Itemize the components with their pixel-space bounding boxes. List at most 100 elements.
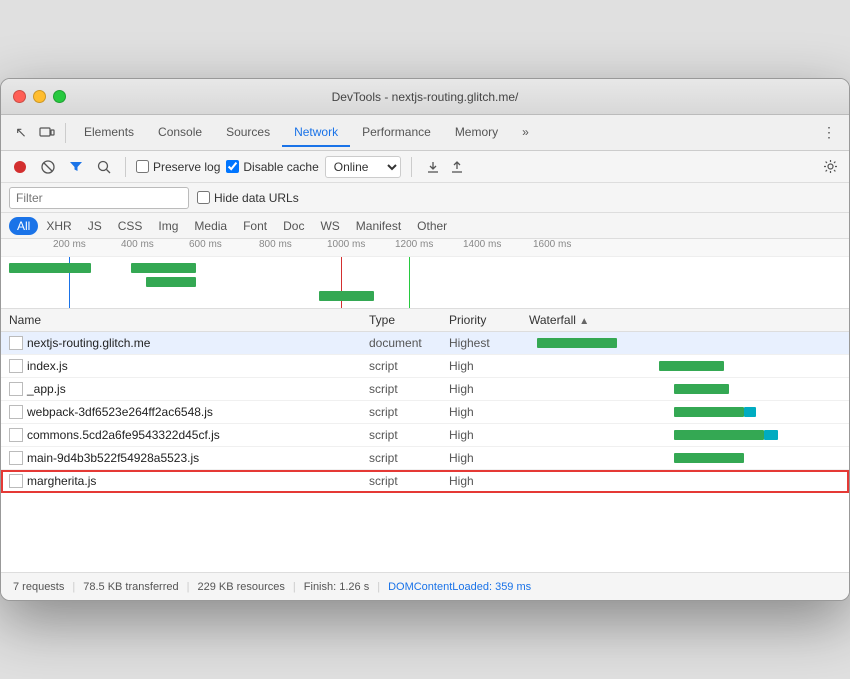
main-tab-bar: Elements Console Sources Network Perform…: [72, 119, 541, 147]
file-icon: [9, 428, 23, 442]
disable-cache-checkbox[interactable]: [226, 160, 239, 173]
waterfall-bar-3: [529, 381, 841, 397]
type-filter-font[interactable]: Font: [235, 217, 275, 235]
toolbar-separator-1: [65, 123, 66, 143]
table-row[interactable]: _app.js script High: [1, 378, 849, 401]
col-priority[interactable]: Priority: [449, 313, 529, 327]
type-filter-doc[interactable]: Doc: [275, 217, 312, 235]
table-row[interactable]: main-9d4b3b522f54928a5523.js script High: [1, 447, 849, 470]
ruler-1000ms: 1000 ms: [327, 239, 365, 250]
throttle-group: Online Fast 3G Slow 3G Offline: [325, 156, 401, 178]
resources-size: 229 KB resources: [197, 581, 284, 593]
file-icon: [9, 382, 23, 396]
type-filter-xhr[interactable]: XHR: [38, 217, 79, 235]
type-filter-manifest[interactable]: Manifest: [348, 217, 409, 235]
record-button[interactable]: [9, 156, 31, 178]
toolbar-separator-3: [411, 157, 412, 177]
type-filter-js[interactable]: JS: [80, 217, 110, 235]
search-icon[interactable]: [93, 156, 115, 178]
timeline-bar-3: [146, 277, 196, 287]
finish-time: Finish: 1.26 s: [304, 581, 369, 593]
table-row[interactable]: webpack-3df6523e264ff2ac6548.js script H…: [1, 401, 849, 424]
preserve-log-checkbox[interactable]: [136, 160, 149, 173]
preserve-log-label[interactable]: Preserve log: [136, 160, 220, 174]
timeline-bar-4: [319, 291, 374, 301]
throttle-select[interactable]: Online Fast 3G Slow 3G Offline: [325, 156, 401, 178]
ruler-600ms: 600 ms: [189, 239, 222, 250]
devtools-window: DevTools - nextjs-routing.glitch.me/ ↖ E…: [0, 78, 850, 601]
maximize-button[interactable]: [53, 90, 66, 103]
type-filter-ws[interactable]: WS: [312, 217, 347, 235]
col-waterfall[interactable]: Waterfall ▲: [529, 313, 821, 327]
tab-more[interactable]: »: [510, 119, 541, 147]
file-icon: [9, 474, 23, 488]
toolbar-separator-2: [125, 157, 126, 177]
table-row[interactable]: index.js script High: [1, 355, 849, 378]
import-har-button[interactable]: [422, 156, 444, 178]
type-filter-css[interactable]: CSS: [110, 217, 151, 235]
filter-icon[interactable]: [65, 156, 87, 178]
disable-cache-label[interactable]: Disable cache: [226, 160, 318, 174]
table-body: nextjs-routing.glitch.me document Highes…: [1, 332, 849, 572]
file-icon: [9, 451, 23, 465]
tab-network[interactable]: Network: [282, 119, 350, 147]
type-filter-other[interactable]: Other: [409, 217, 455, 235]
sort-arrow-icon: ▲: [579, 316, 589, 327]
device-icon[interactable]: [35, 121, 59, 145]
tab-sources[interactable]: Sources: [214, 119, 282, 147]
timeline-vline-red: [341, 257, 342, 309]
type-filter-bar: All XHR JS CSS Img Media Font Doc WS Man…: [1, 213, 849, 239]
tab-memory[interactable]: Memory: [443, 119, 510, 147]
timeline-area: 200 ms 400 ms 600 ms 800 ms 1000 ms 1200…: [1, 239, 849, 309]
transferred-size: 78.5 KB transferred: [83, 581, 178, 593]
cursor-icon[interactable]: ↖: [9, 121, 33, 145]
requests-count: 7 requests: [13, 581, 64, 593]
ruler-200ms: 200 ms: [53, 239, 86, 250]
table-row[interactable]: margherita.js script High: [1, 470, 849, 493]
ruler-1400ms: 1400 ms: [463, 239, 501, 250]
ruler-400ms: 400 ms: [121, 239, 154, 250]
table-header: Name Type Priority Waterfall ▲: [1, 309, 849, 332]
col-type[interactable]: Type: [369, 313, 449, 327]
file-icon: [9, 359, 23, 373]
col-name[interactable]: Name: [9, 313, 369, 327]
timeline-bar-2: [131, 263, 196, 273]
waterfall-bar-7: [529, 473, 841, 489]
waterfall-bar-6: [529, 450, 841, 466]
type-filter-media[interactable]: Media: [186, 217, 235, 235]
close-button[interactable]: [13, 90, 26, 103]
filter-bar: Hide data URLs: [1, 183, 849, 213]
status-bar: 7 requests | 78.5 KB transferred | 229 K…: [1, 572, 849, 600]
type-filter-all[interactable]: All: [9, 217, 38, 235]
timeline-vline-green: [409, 257, 410, 309]
table-padding: [1, 493, 849, 533]
ruler-1600ms: 1600 ms: [533, 239, 571, 250]
devtools-main-toolbar: ↖ Elements Console Sources Network Perfo…: [1, 115, 849, 151]
window-title: DevTools - nextjs-routing.glitch.me/: [332, 90, 519, 104]
ruler-800ms: 800 ms: [259, 239, 292, 250]
row-name-1: nextjs-routing.glitch.me: [9, 336, 369, 350]
tab-console[interactable]: Console: [146, 119, 214, 147]
traffic-lights: [13, 90, 66, 103]
file-icon: [9, 336, 23, 350]
table-row[interactable]: nextjs-routing.glitch.me document Highes…: [1, 332, 849, 355]
ruler-1200ms: 1200 ms: [395, 239, 433, 250]
tab-performance[interactable]: Performance: [350, 119, 443, 147]
dom-content-loaded: DOMContentLoaded: 359 ms: [388, 581, 531, 593]
settings-icon[interactable]: [819, 156, 841, 178]
file-icon: [9, 405, 23, 419]
type-filter-img[interactable]: Img: [150, 217, 186, 235]
clear-button[interactable]: [37, 156, 59, 178]
minimize-button[interactable]: [33, 90, 46, 103]
export-har-button[interactable]: [446, 156, 468, 178]
network-toolbar: Preserve log Disable cache Online Fast 3…: [1, 151, 849, 183]
table-row[interactable]: commons.5cd2a6fe9543322d45cf.js script H…: [1, 424, 849, 447]
title-bar: DevTools - nextjs-routing.glitch.me/: [1, 79, 849, 115]
filter-input[interactable]: [9, 187, 189, 209]
import-export-group: [422, 156, 468, 178]
more-options-icon[interactable]: ⋮: [817, 121, 841, 145]
tab-elements[interactable]: Elements: [72, 119, 146, 147]
hide-data-urls-label[interactable]: Hide data URLs: [197, 191, 299, 205]
hide-data-urls-checkbox[interactable]: [197, 191, 210, 204]
waterfall-bar-4: [529, 404, 841, 420]
